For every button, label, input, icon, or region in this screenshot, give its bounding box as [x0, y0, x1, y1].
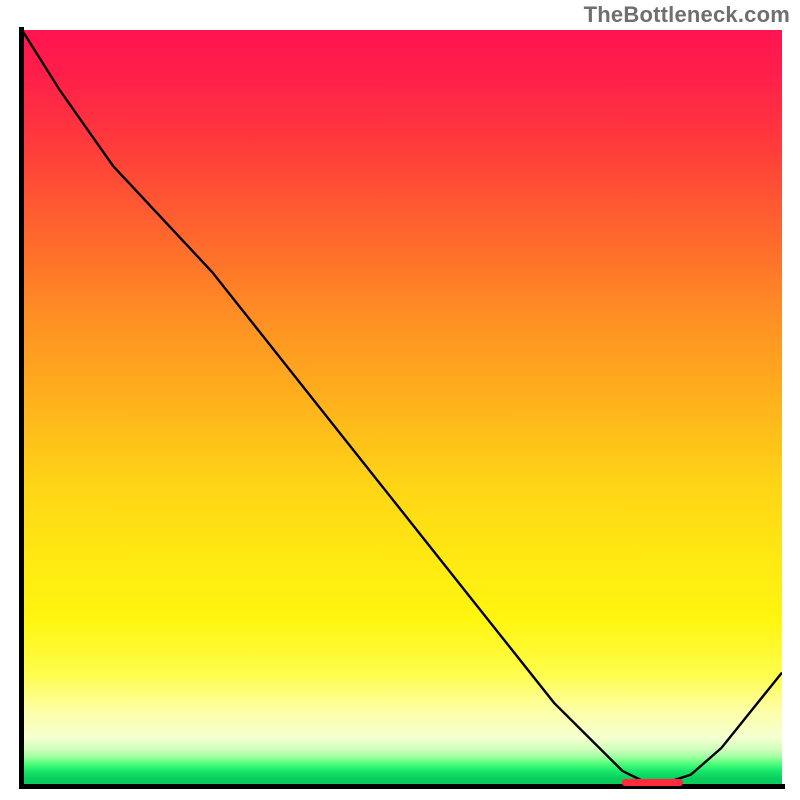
chart-svg — [22, 30, 782, 786]
optimal-range-marker — [622, 779, 683, 786]
watermark-text: TheBottleneck.com — [584, 2, 790, 28]
plot-area — [22, 30, 782, 786]
bottleneck-curve-path — [22, 30, 782, 782]
chart-container: TheBottleneck.com — [0, 0, 800, 800]
